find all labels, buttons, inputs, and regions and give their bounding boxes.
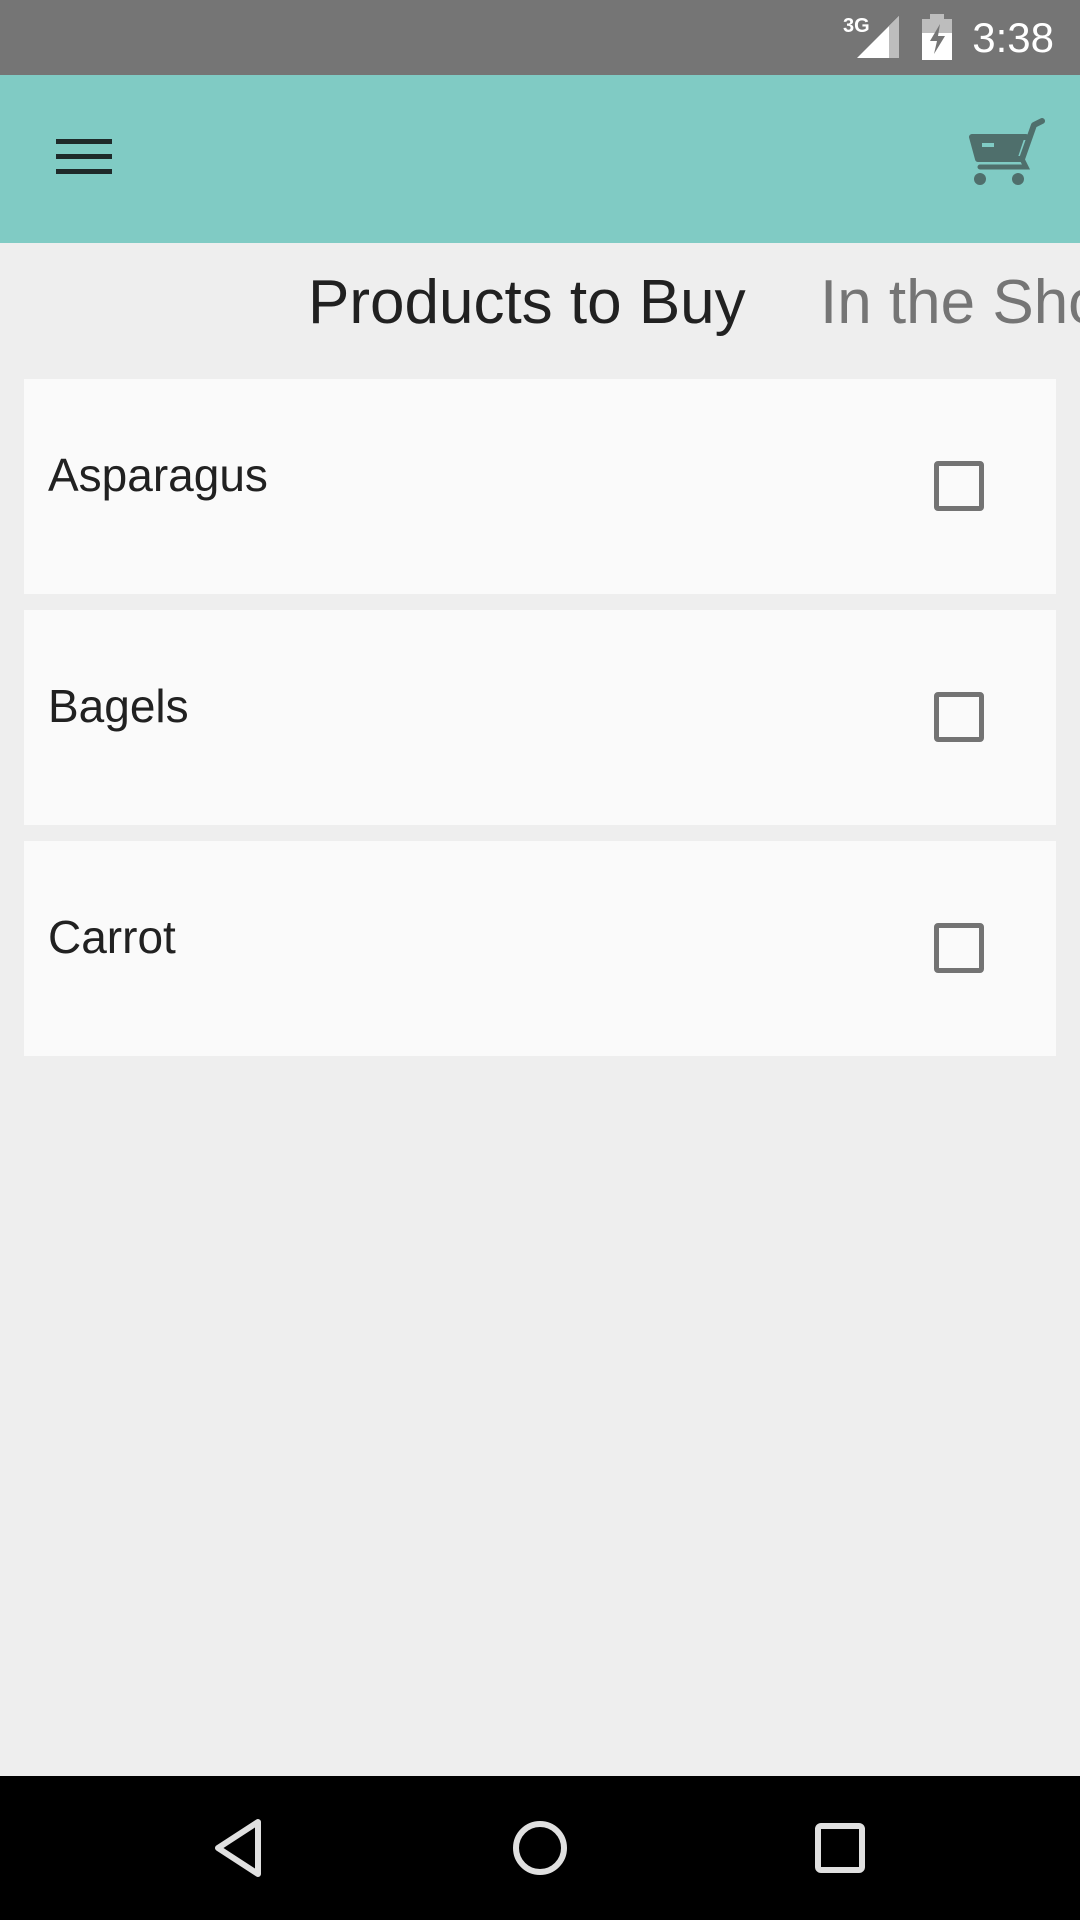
home-icon[interactable] [508,1816,572,1880]
product-item-carrot[interactable]: Carrot [24,841,1056,1056]
back-icon[interactable] [208,1816,272,1880]
status-time: 3:38 [972,14,1054,61]
product-name: Carrot [48,911,176,963]
recents-icon[interactable] [808,1816,872,1880]
product-item-asparagus[interactable]: Asparagus [24,379,1056,594]
product-checkbox[interactable] [934,692,984,742]
network-type-label: 3G [843,15,870,37]
product-item-bagels[interactable]: Bagels [24,610,1056,825]
product-name: Asparagus [48,449,268,501]
tab-products-to-buy[interactable]: Products to Buy [308,267,746,339]
menu-button[interactable] [40,123,128,195]
product-checkbox[interactable] [934,461,984,511]
tab-in-the-shopping-cart[interactable]: In the Shopping Cart [820,267,1080,339]
product-list: Asparagus Bagels Carrot [24,379,1056,1072]
status-bar: 3G 3:38 [0,0,1080,75]
navigation-bar [0,1776,1080,1920]
battery-charging-icon [922,14,952,60]
app-bar [0,75,1080,243]
product-checkbox[interactable] [934,923,984,973]
product-name: Bagels [48,680,189,732]
tab-strip: Products to Buy In the Shopping Cart [0,243,1080,363]
cart-button[interactable] [960,115,1050,195]
signal-icon: 3G [843,15,899,58]
shopping-cart-icon [969,118,1045,185]
hamburger-menu-icon [56,139,112,174]
